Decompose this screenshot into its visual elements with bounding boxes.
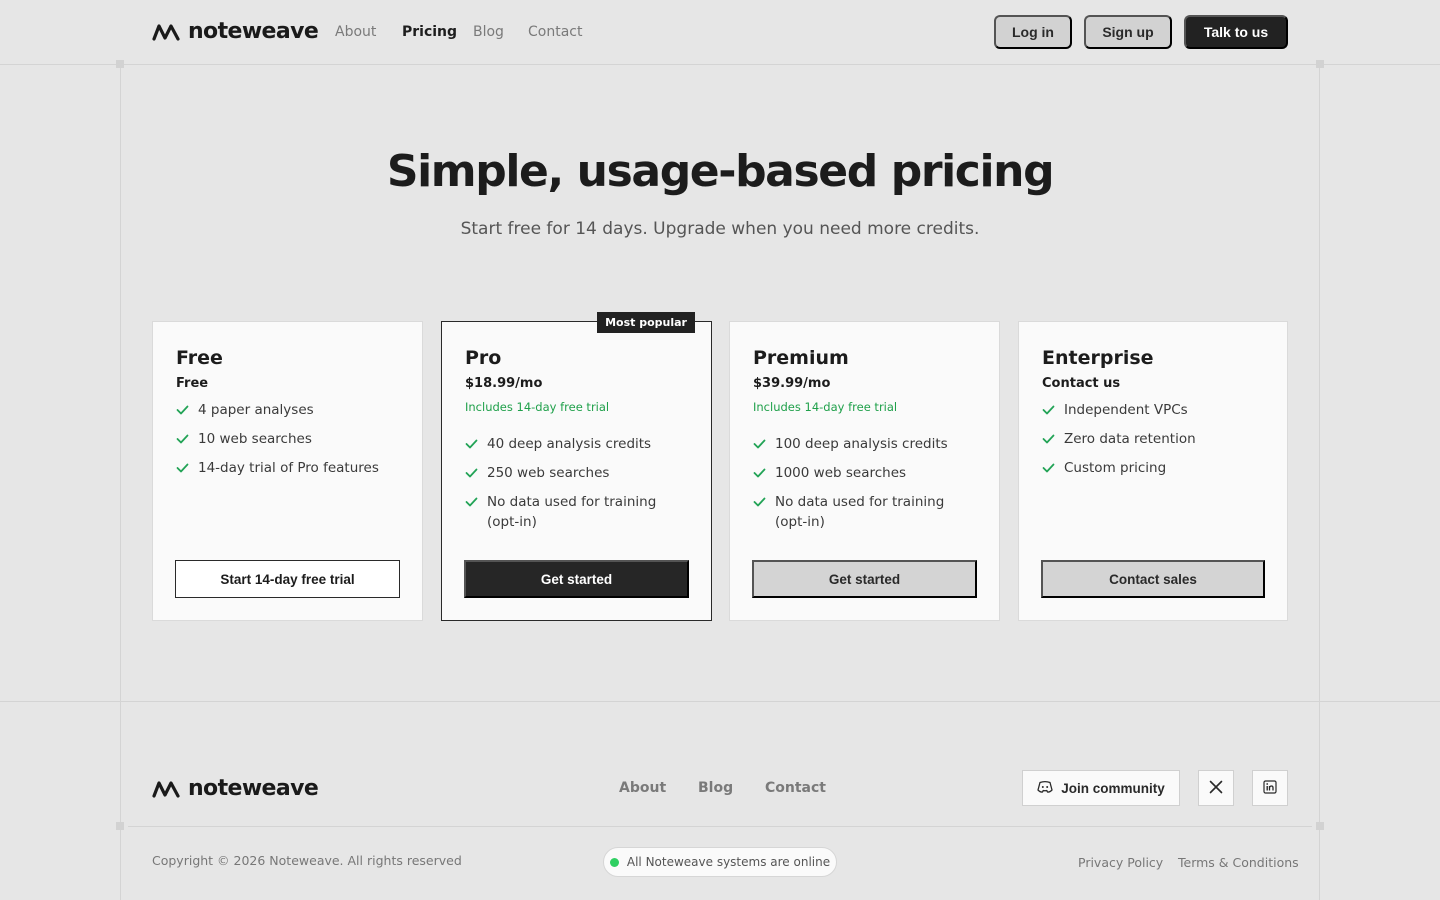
plan-price: $18.99/mo [465,376,543,391]
contact-sales-button[interactable]: Contact sales [1041,560,1265,598]
system-status-pill[interactable]: All Noteweave systems are online [603,847,837,877]
brand-name: noteweave [188,19,319,44]
top-nav: noteweave About Pricing Blog Contact Log… [0,0,1440,64]
plan-price: Contact us [1042,376,1121,391]
plan-card-enterprise: Enterprise Contact us Independent VPCs Z… [1018,321,1288,621]
feature-list: 100 deep analysis credits 1000 web searc… [753,434,979,541]
wave-logo-icon [152,779,180,799]
feature-item: No data used for training (opt-in) [753,492,979,532]
feature-item: Independent VPCs [1042,400,1267,420]
plan-name: Free [176,347,223,369]
check-icon [753,492,775,512]
feature-item: 1000 web searches [753,463,979,483]
nav-link-blog[interactable]: Blog [473,24,504,40]
feature-text: 40 deep analysis credits [487,436,652,452]
feature-item: No data used for training (opt-in) [465,492,691,532]
feature-list: 4 paper analyses 10 web searches 14-day … [176,400,402,487]
check-icon [753,463,775,483]
nav-link-about[interactable]: About [335,24,376,40]
feature-item: 100 deep analysis credits [753,434,979,454]
feature-item: 40 deep analysis credits [465,434,691,454]
plan-card-premium: Premium $39.99/mo Includes 14-day free t… [729,321,1000,621]
feature-text: No data used for training (opt-in) [487,494,657,530]
plan-trial-note: Includes 14-day free trial [753,400,898,414]
brand-logo[interactable]: noteweave [152,19,319,44]
feature-list: Independent VPCs Zero data retention Cus… [1042,400,1267,487]
plan-name: Premium [753,347,849,369]
plan-card-free: Free Free 4 paper analyses 10 web search… [152,321,423,621]
footer-inner-divider [128,826,1312,827]
join-community-button[interactable]: Join community [1022,770,1180,806]
page-title: Simple, usage-based pricing [386,146,1055,197]
feature-text: 250 web searches [487,465,610,481]
talk-to-us-button[interactable]: Talk to us [1184,15,1288,49]
copyright-text: Copyright © 2026 Noteweave. All rights r… [152,853,462,868]
footer-link-blog[interactable]: Blog [698,780,733,796]
feature-text: 100 deep analysis credits [775,436,948,452]
check-icon [465,463,487,483]
check-icon [465,434,487,454]
feature-item: 4 paper analyses [176,400,402,420]
footer-link-about[interactable]: About [619,780,666,796]
feature-text: Zero data retention [1064,431,1196,447]
check-icon [1042,400,1064,420]
check-icon [1042,458,1064,478]
corner-marker [1316,822,1324,830]
join-community-label: Join community [1061,780,1165,796]
feature-item: 10 web searches [176,429,402,449]
plan-name: Enterprise [1042,347,1154,369]
header-divider [0,64,1440,65]
footer-brand-logo[interactable]: noteweave [152,776,319,801]
plan-name: Pro [465,347,502,369]
check-icon [1042,429,1064,449]
status-online-icon [609,857,619,867]
wave-logo-icon [152,22,180,42]
check-icon [176,458,198,478]
feature-item: Zero data retention [1042,429,1267,449]
discord-icon [1037,780,1053,797]
check-icon [176,400,198,420]
plan-trial-note: Includes 14-day free trial [465,400,610,414]
feature-text: 4 paper analyses [198,402,314,418]
start-free-trial-button[interactable]: Start 14-day free trial [175,560,400,598]
login-button[interactable]: Log in [994,15,1072,49]
footer-divider [0,701,1440,702]
signup-button[interactable]: Sign up [1084,15,1172,49]
feature-text: 1000 web searches [775,465,907,481]
feature-text: 14-day trial of Pro features [198,460,379,476]
page-subtitle: Start free for 14 days. Upgrade when you… [460,219,980,239]
check-icon [753,434,775,454]
pro-get-started-button[interactable]: Get started [464,560,689,598]
plan-price: $39.99/mo [753,376,831,391]
nav-link-contact[interactable]: Contact [528,24,582,40]
system-status-text: All Noteweave systems are online [626,855,831,869]
brand-name: noteweave [188,776,319,801]
x-twitter-icon [1209,780,1223,797]
linkedin-icon [1263,779,1277,797]
premium-get-started-button[interactable]: Get started [752,560,977,598]
feature-list: 40 deep analysis credits 250 web searche… [465,434,691,541]
nav-link-pricing[interactable]: Pricing [402,24,457,40]
check-icon [176,429,198,449]
check-icon [465,492,487,512]
linkedin-button[interactable] [1252,770,1288,806]
feature-text: No data used for training (opt-in) [775,494,945,530]
plan-card-pro: Most popular Pro $18.99/mo Includes 14-d… [441,312,712,621]
most-popular-badge: Most popular [597,312,695,333]
terms-conditions-link[interactable]: Terms & Conditions [1178,855,1299,870]
x-twitter-button[interactable] [1198,770,1234,806]
footer-link-contact[interactable]: Contact [765,780,826,796]
feature-item: 250 web searches [465,463,691,483]
feature-item: Custom pricing [1042,458,1267,478]
feature-text: Custom pricing [1064,460,1167,476]
feature-item: 14-day trial of Pro features [176,458,402,478]
privacy-policy-link[interactable]: Privacy Policy [1078,855,1163,870]
corner-marker [116,822,124,830]
feature-text: 10 web searches [198,431,312,447]
plan-price: Free [176,376,209,391]
feature-text: Independent VPCs [1064,402,1188,418]
